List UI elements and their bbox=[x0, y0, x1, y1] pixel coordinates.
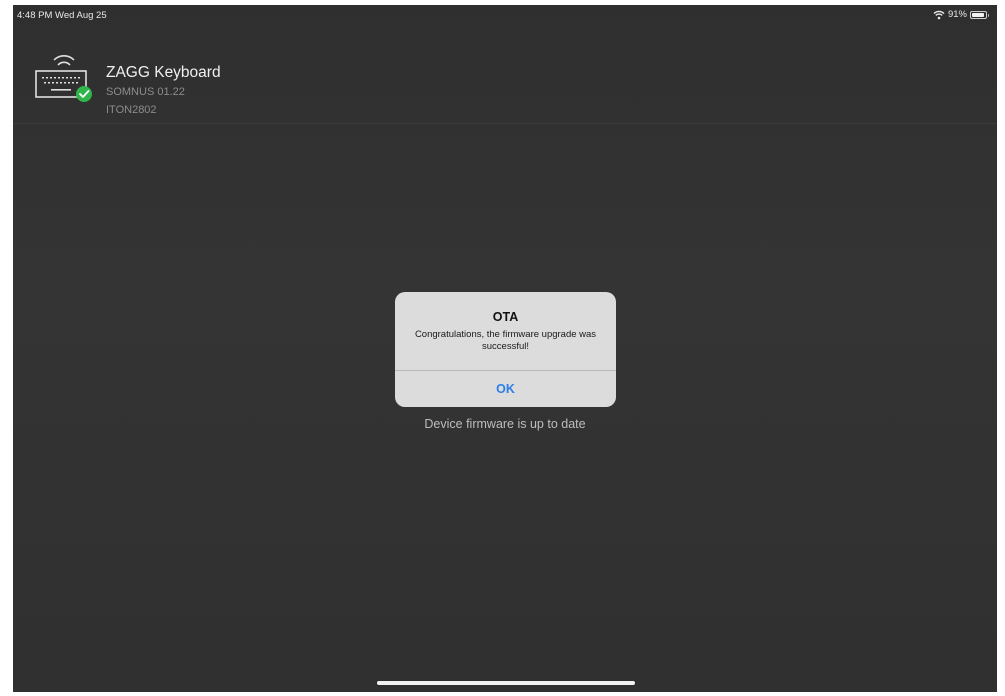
firmware-status-text: Device firmware is up to date bbox=[424, 417, 586, 431]
app-screen: 4:48 PM Wed Aug 25 91% ZAGG Keyboard SOM… bbox=[13, 5, 997, 692]
status-bar: 4:48 PM Wed Aug 25 91% bbox=[13, 5, 997, 27]
alert-message: Congratulations, the firmware upgrade wa… bbox=[414, 329, 597, 352]
device-firmware: SOMNUS 01.22 bbox=[106, 86, 185, 98]
connected-badge-icon bbox=[76, 86, 92, 102]
keyboard-icon bbox=[35, 55, 92, 102]
status-time: 4:48 PM Wed Aug 25 bbox=[17, 10, 107, 21]
battery-percent: 91% bbox=[947, 9, 967, 20]
device-row[interactable]: ZAGG Keyboard SOMNUS 01.22 ITON2802 bbox=[13, 27, 997, 124]
device-name: ZAGG Keyboard bbox=[106, 64, 221, 81]
alert-title: OTA bbox=[492, 310, 519, 324]
ok-button[interactable]: OK bbox=[395, 371, 616, 407]
wifi-icon bbox=[933, 10, 945, 19]
ota-alert-dialog: OTA Congratulations, the firmware upgrad… bbox=[395, 292, 616, 407]
battery-level bbox=[972, 12, 984, 17]
battery-icon bbox=[970, 10, 989, 19]
device-id: ITON2802 bbox=[106, 104, 157, 116]
status-indicators: 91% bbox=[933, 9, 989, 20]
home-indicator[interactable] bbox=[377, 681, 635, 685]
